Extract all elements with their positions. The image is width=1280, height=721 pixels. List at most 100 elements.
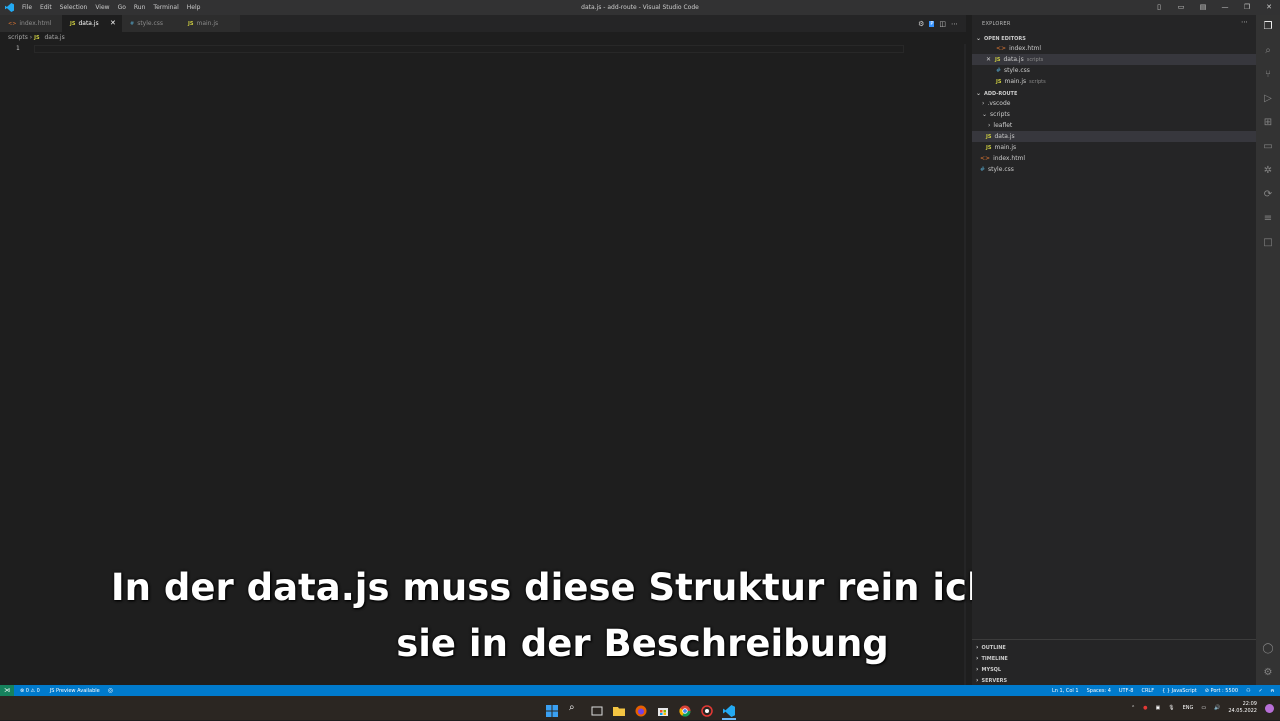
feedback-icon[interactable]: ⚇ (1246, 688, 1250, 694)
breadcrumb-file[interactable]: data.js (44, 34, 64, 41)
folder-name: scripts (990, 111, 1010, 118)
cursor-position[interactable]: Ln 1, Col 1 (1052, 688, 1079, 694)
file-desc: scripts (1026, 57, 1044, 63)
breadcrumb-folder[interactable]: scripts (8, 34, 28, 41)
timeline-section[interactable]: › TIMELINE (976, 655, 1008, 662)
chevron-right-icon: › (976, 666, 979, 673)
store-icon[interactable] (657, 702, 669, 716)
open-editors-section[interactable]: ⌄ OPEN EDITORS (976, 35, 1026, 42)
language-mode[interactable]: { } JavaScript (1162, 688, 1197, 694)
more-actions-icon[interactable]: ⋯ (1241, 18, 1248, 26)
workspace-section[interactable]: ⌄ ADD-ROUTE (976, 90, 1017, 97)
notification-badge[interactable] (1265, 703, 1274, 713)
tray-app-icon[interactable]: ▣ (1156, 705, 1161, 711)
file-explorer-icon[interactable] (613, 702, 625, 716)
file-name: data.js (1003, 56, 1024, 63)
windows-start-icon[interactable] (546, 702, 558, 717)
chevron-right-icon: › (982, 100, 985, 107)
section-title: OUTLINE (981, 645, 1006, 651)
customize-layout-icon[interactable]: ▤ (1192, 0, 1214, 15)
close-window-button[interactable]: ✕ (1258, 0, 1280, 15)
app-icon[interactable] (701, 702, 713, 717)
network-icon[interactable]: ▭ (1201, 705, 1206, 711)
indentation[interactable]: Spaces: 4 (1087, 688, 1111, 694)
search-icon[interactable]: ⌕ (569, 702, 581, 714)
notifications-icon[interactable]: ✓ (1258, 688, 1262, 694)
remote-explorer-icon[interactable]: ▭ (1262, 141, 1274, 153)
record-icon[interactable]: ● (1143, 705, 1147, 711)
outline-section[interactable]: › OUTLINE (976, 644, 1006, 651)
split-editor-icon[interactable]: ◫ (939, 20, 946, 28)
language-indicator[interactable]: ENG (1183, 705, 1194, 711)
live-server-port[interactable]: ⊘ Port : 5500 (1205, 688, 1238, 694)
os-taskbar: ⌕ ⌃ ● ▣ 🎙 ENG ▭ 🔊 22:09 24.05.2022 (0, 696, 1280, 720)
file-name: main.js (1004, 78, 1027, 85)
editor-actions: ⚙ P ◫ ⋯ (918, 15, 966, 32)
tab-label: data.js (78, 20, 99, 27)
explorer-header: EXPLORER (982, 21, 1011, 27)
remote-icon[interactable]: ⋊ (0, 685, 14, 696)
more-actions-icon[interactable]: ⋯ (951, 20, 958, 28)
source-control-icon[interactable]: ⑂ (1262, 69, 1274, 81)
open-editor-item[interactable]: JS main.js scripts (972, 76, 1256, 87)
clock[interactable]: 22:09 24.05.2022 (1228, 701, 1257, 715)
chevron-right-icon: › (976, 677, 979, 684)
tab-style-css[interactable]: # style.css (122, 15, 180, 32)
bell-icon[interactable]: ⍾ (1271, 688, 1274, 694)
minimize-button[interactable]: — (1214, 0, 1236, 15)
search-icon[interactable]: ⌕ (1262, 45, 1274, 57)
toggle-panel-icon[interactable]: ▭ (1170, 0, 1192, 15)
firefox-icon[interactable] (635, 702, 647, 717)
tree-item-data-js[interactable]: JS data.js (972, 131, 1256, 142)
open-editor-item[interactable]: <> index.html (972, 43, 1256, 54)
toggle-sidebar-icon[interactable]: ▯ (1148, 0, 1170, 15)
tree-item-main-js[interactable]: JS main.js (972, 142, 1256, 153)
close-tab-icon[interactable]: ✕ (110, 15, 116, 32)
settings-sync-icon[interactable]: ✲ (1262, 165, 1274, 177)
volume-icon[interactable]: 🔊 (1214, 705, 1220, 711)
explorer-icon[interactable]: ❐ (1262, 21, 1274, 33)
microphone-icon[interactable]: 🎙 (1168, 705, 1174, 711)
account-icon[interactable]: ◯ (1262, 643, 1274, 655)
js-file-icon: JS (188, 21, 194, 27)
gear-icon[interactable]: ⚙ (918, 20, 924, 28)
maximize-button[interactable]: ❐ (1236, 0, 1258, 15)
tab-data-js[interactable]: JS data.js ✕ (62, 15, 122, 32)
close-icon[interactable]: ✕ (986, 56, 991, 63)
broadcast-icon[interactable]: ◎ (108, 687, 113, 694)
preview-status[interactable]: JS Preview Available (50, 688, 100, 694)
chrome-icon[interactable] (679, 702, 691, 717)
chevron-right-icon: › (976, 644, 979, 651)
tab-index-html[interactable]: <> index.html (0, 15, 62, 32)
vscode-taskbar-icon[interactable] (723, 702, 735, 717)
extensions-icon[interactable]: ⊞ (1262, 117, 1274, 129)
end-of-line[interactable]: CRLF (1141, 688, 1154, 694)
preview-icon[interactable]: P (929, 20, 935, 27)
section-title: SERVERS (981, 678, 1008, 684)
encoding[interactable]: UTF-8 (1119, 688, 1134, 694)
problems-indicator[interactable]: ⊗ 0 ⚠ 0 (20, 688, 40, 694)
open-editor-item[interactable]: # style.css (972, 65, 1256, 76)
tree-item-leaflet[interactable]: › leaflet (972, 120, 1256, 131)
file-name: main.js (994, 144, 1017, 151)
tree-item-style-css[interactable]: # style.css (972, 164, 1256, 175)
database-icon[interactable]: ≡ (1262, 213, 1274, 225)
file-name: index.html (1009, 45, 1042, 52)
editor-tabs: <> index.html JS data.js ✕ # style.css JS ma… (0, 15, 966, 32)
tree-item-scripts[interactable]: ⌄ scripts (972, 109, 1256, 120)
tab-main-js[interactable]: JS main.js (180, 15, 240, 32)
tree-item-index-html[interactable]: <> index.html (972, 153, 1256, 164)
servers-section[interactable]: › SERVERS (976, 677, 1007, 684)
window-controls: ▯ ▭ ▤ — ❐ ✕ (1148, 0, 1280, 15)
task-view-icon[interactable] (591, 702, 603, 716)
chevron-up-icon[interactable]: ⌃ (1131, 705, 1135, 711)
live-share-icon[interactable]: ⟳ (1262, 189, 1274, 201)
folder-name: leaflet (993, 122, 1013, 129)
run-debug-icon[interactable]: ▷ (1262, 93, 1274, 105)
mysql-section[interactable]: › MYSQL (976, 666, 1001, 673)
js-file-icon: JS (986, 134, 992, 140)
panel-icon[interactable]: □ (1262, 237, 1274, 249)
tree-item-vscode[interactable]: › .vscode (972, 98, 1256, 109)
manage-gear-icon[interactable]: ⚙ (1262, 667, 1274, 679)
open-editor-item[interactable]: ✕ JS data.js scripts (972, 54, 1256, 65)
